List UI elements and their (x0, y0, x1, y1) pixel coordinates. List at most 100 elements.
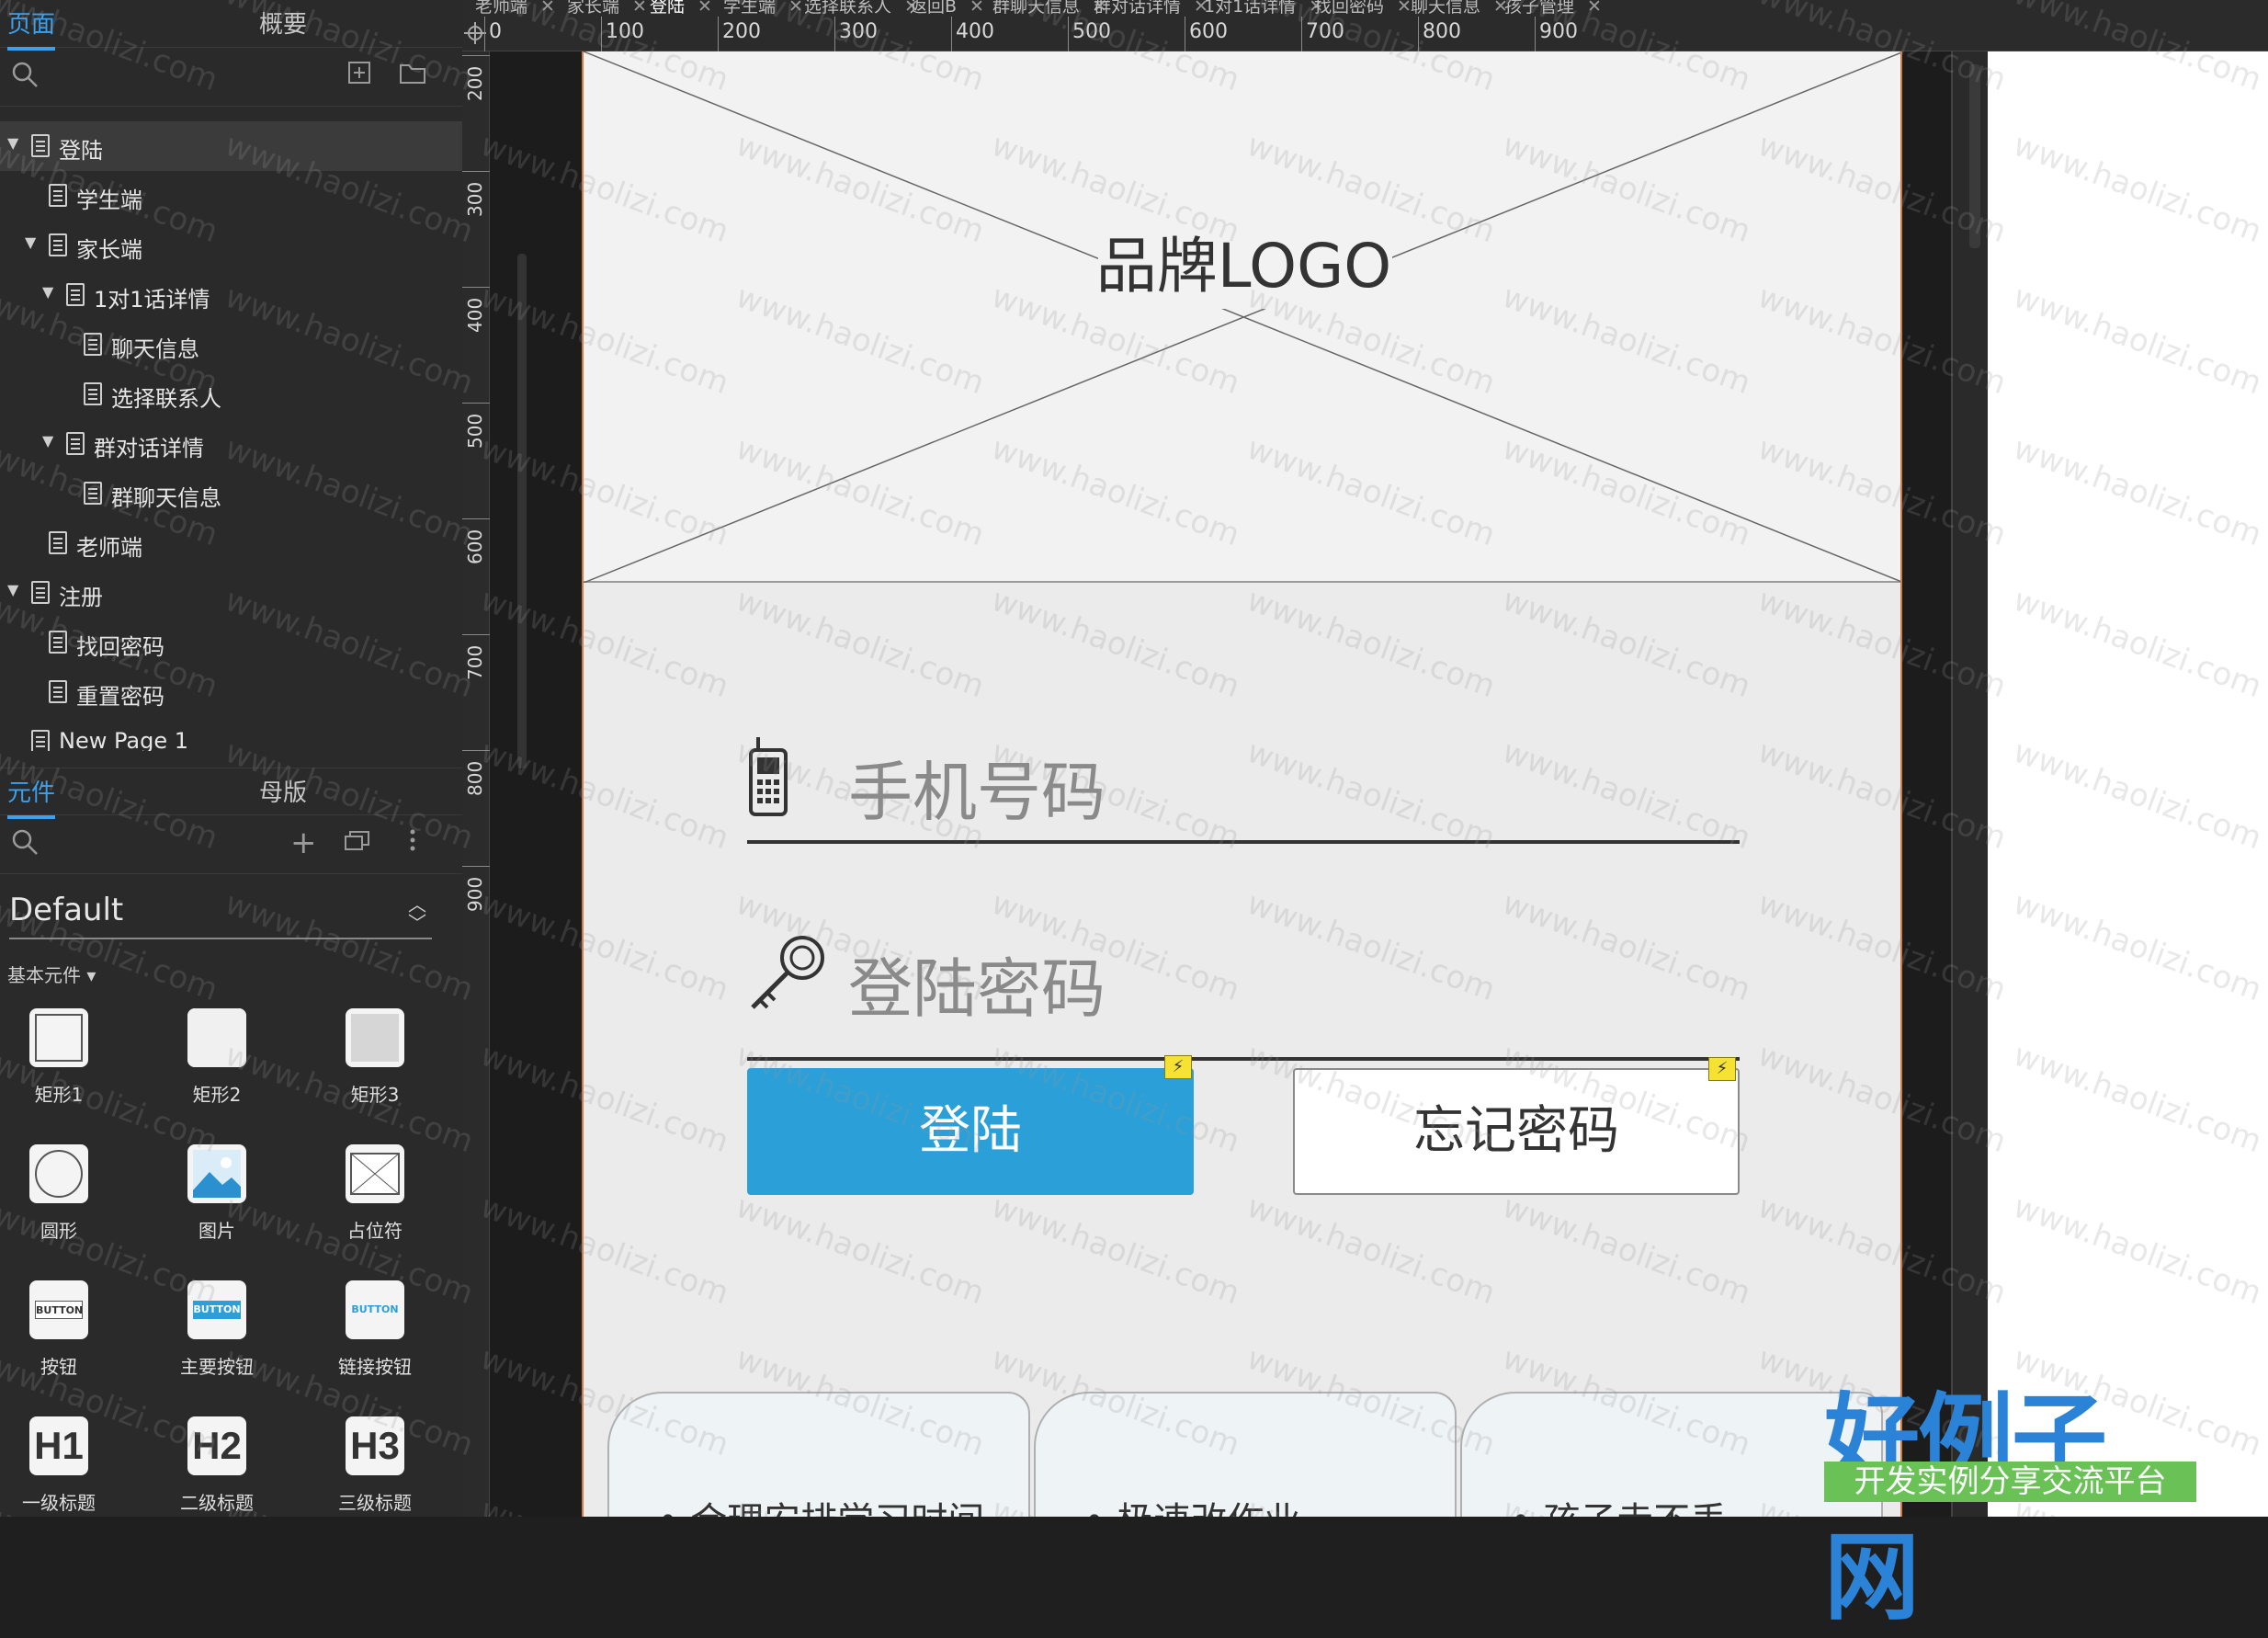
close-icon[interactable]: ✕ (970, 0, 984, 17)
tab-outline[interactable]: 概要 (259, 6, 307, 40)
ruler-vertical: 200 300 400 500 600 700 800 900 (462, 51, 490, 1517)
doc-tab[interactable]: 孩子管理 ✕ (1504, 0, 1602, 17)
caret-down-icon[interactable]: ▼ (7, 581, 18, 598)
doc-tab[interactable]: 群对话详情 ✕ (1094, 0, 1208, 17)
login-button[interactable]: 登陆 ⚡ (747, 1055, 1194, 1195)
feature-card[interactable]: • 合理安排学习时间 (607, 1392, 1030, 1517)
caret-down-icon[interactable]: ▼ (7, 134, 18, 152)
ruler-tick (951, 17, 952, 51)
page-icon (49, 680, 67, 703)
widget-label: 矩形1 (34, 1084, 84, 1106)
ruler-label: 200 (464, 65, 486, 101)
widget-h3[interactable]: H3 三级标题 (311, 1416, 439, 1536)
library-search-icon[interactable] (11, 828, 39, 862)
add-library-icon[interactable]: + (290, 827, 317, 859)
page-icon (31, 581, 50, 604)
doc-tab-label: 返回B (910, 0, 958, 17)
widget-thumb-text: H3 (350, 1424, 400, 1467)
doc-tab[interactable]: 群聊天信息 ✕ (992, 0, 1107, 17)
widget-placeholder[interactable]: 占位符 (311, 1144, 439, 1264)
page-tree-item[interactable]: ▼ 1对1话详情 (0, 270, 462, 320)
tab-pages[interactable]: 页面 (7, 6, 56, 51)
page-tree-item[interactable]: New Page 1 (0, 717, 462, 751)
close-icon[interactable]: ✕ (1587, 0, 1602, 17)
close-icon[interactable]: ✕ (1397, 0, 1412, 17)
add-folder-icon[interactable] (399, 61, 426, 91)
page-tree-item[interactable]: ▼ 群对话详情 (0, 419, 462, 469)
widget-section-label[interactable]: 基本元件 ▾ (7, 961, 96, 987)
doc-tab[interactable]: 登陆 ✕ (650, 0, 712, 17)
doc-tab[interactable]: 学生端 ✕ (723, 0, 803, 17)
ruler-tick (1068, 17, 1069, 51)
feature-card[interactable]: • 极速改作业 (1034, 1392, 1457, 1517)
widget-image[interactable]: 图片 (153, 1144, 281, 1264)
widget-label: 链接按钮 (338, 1356, 412, 1378)
design-canvas[interactable]: 品牌LOGO 手机号码 登陆密码 登陆 ⚡ 忘记密码 ⚡ (490, 51, 2268, 1517)
close-icon[interactable]: ✕ (788, 0, 803, 17)
rect1-icon (29, 1008, 88, 1067)
library-copy-icon[interactable] (344, 828, 371, 859)
page-tree-item[interactable]: ▼ 注册 (0, 568, 462, 618)
widget-label: 圆形 (40, 1220, 77, 1242)
doc-tab[interactable]: 聊天信息 ✕ (1411, 0, 1508, 17)
tab-masters[interactable]: 母版 (259, 774, 307, 808)
widget-thumb-text: BUTTON (35, 1301, 83, 1319)
page-tree-item[interactable]: 重置密码 (0, 667, 462, 717)
close-icon[interactable]: ✕ (540, 0, 555, 17)
page-tree-label: 群对话详情 (94, 436, 204, 461)
more-options-icon[interactable] (408, 828, 417, 859)
h1-icon: H1 (29, 1416, 88, 1475)
ruler-label: 100 (606, 20, 644, 43)
doc-tab[interactable]: 1对1话详情 ✕ (1204, 0, 1323, 17)
doc-tab[interactable]: 返回B ✕ (910, 0, 984, 17)
page-tree-item[interactable]: 老师端 (0, 518, 462, 568)
interaction-flag-icon: ⚡ (1164, 1055, 1192, 1079)
widget-rect3[interactable]: 矩形3 (311, 1008, 439, 1128)
ruler-tick (462, 750, 490, 751)
widget-rect1[interactable]: 矩形1 (0, 1008, 123, 1128)
page-tree-item[interactable]: 选择联系人 (0, 370, 462, 419)
page-tree-item[interactable]: 学生端 (0, 171, 462, 221)
close-icon[interactable]: ✕ (697, 0, 712, 17)
page-tree-item[interactable]: ▼ 家长端 (0, 221, 462, 270)
feature-card[interactable]: • 孩子走不丢 (1460, 1392, 1883, 1517)
forgot-password-button[interactable]: 忘记密码 ⚡ (1293, 1057, 1740, 1195)
search-icon[interactable] (11, 61, 39, 95)
widget-circle[interactable]: 圆形 (0, 1144, 123, 1264)
logo-placeholder[interactable]: 品牌LOGO (584, 51, 1900, 583)
library-select[interactable]: Default ︿ ﹀ (9, 892, 432, 939)
widget-button[interactable]: BUTTON 按钮 (0, 1280, 123, 1400)
doc-tab[interactable]: 家长端 ✕ (567, 0, 647, 17)
phone-field[interactable]: 手机号码 (747, 686, 1740, 844)
page-tree-label: 选择联系人 (111, 386, 221, 412)
widget-h2[interactable]: H2 二级标题 (153, 1416, 281, 1536)
page-tree-item[interactable]: 群聊天信息 (0, 469, 462, 518)
caret-down-icon[interactable]: ▼ (42, 432, 53, 449)
caret-down-icon[interactable]: ▼ (42, 283, 53, 301)
page-icon (66, 432, 85, 455)
ruler-tick (718, 17, 719, 51)
page-icon (49, 631, 67, 654)
page-tree-item[interactable]: 聊天信息 (0, 320, 462, 370)
caret-down-icon[interactable]: ▼ (25, 233, 36, 251)
widget-link-button[interactable]: BUTTON 链接按钮 (311, 1280, 439, 1400)
close-icon[interactable]: ✕ (632, 0, 647, 17)
page-tree-item[interactable]: 找回密码 (0, 618, 462, 667)
doc-tab[interactable]: 老师端 ✕ (475, 0, 555, 17)
widget-primary-button[interactable]: BUTTON 主要按钮 (153, 1280, 281, 1400)
widget-label: 主要按钮 (180, 1356, 254, 1378)
tab-widgets[interactable]: 元件 (7, 774, 56, 819)
ruler-origin-icon[interactable] (464, 22, 486, 48)
page-tree: ▼ 登陆 学生端 ▼ 家长端 ▼ 1对1话详情 聊天信息选择联系人 ▼ 群对话详情群聊天信息 老师端… (0, 121, 462, 751)
add-page-icon[interactable] (347, 61, 371, 91)
doc-tab[interactable]: 找回密码 ✕ (1314, 0, 1412, 17)
page-icon (84, 482, 102, 505)
page-tree-item[interactable]: ▼ 登陆 (0, 121, 462, 171)
ruler-tick (484, 17, 485, 51)
chevron-updown-icon: ︿ ﹀ (408, 893, 426, 934)
ruler-tick (1418, 17, 1419, 51)
password-field[interactable]: 登陆密码 (747, 879, 1740, 1061)
widget-h1[interactable]: H1 一级标题 (0, 1416, 123, 1536)
widget-rect2[interactable]: 矩形2 (153, 1008, 281, 1128)
doc-tab[interactable]: 选择联系人 ✕ (804, 0, 919, 17)
